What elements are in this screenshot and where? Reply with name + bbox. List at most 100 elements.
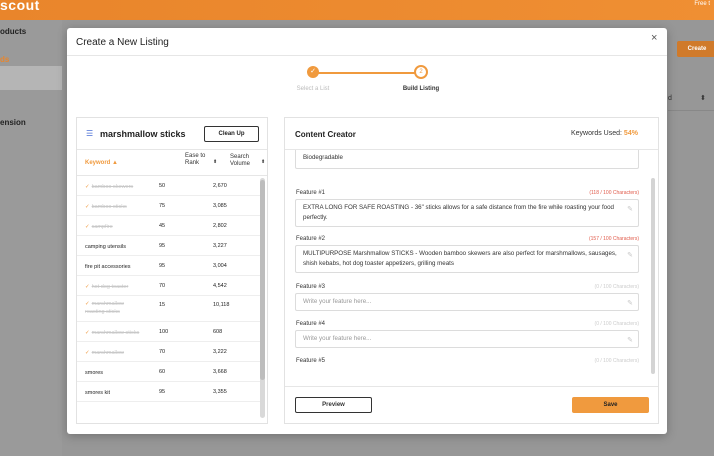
step-current-indicator: 2 <box>414 65 428 79</box>
feature-3-field[interactable]: Write your feature here... ✎ <box>295 293 639 311</box>
feature-4-char-count: (0 / 100 Characters) <box>594 321 639 327</box>
keyword-name: camping utensils <box>85 244 126 250</box>
keyword-list-title: marshmallow sticks <box>100 129 186 139</box>
step-label-build-listing: Build Listing <box>402 86 440 92</box>
create-button[interactable]: Create <box>677 41 714 57</box>
keyword-table-header: Keyword ▲ Ease to Rank ⬍ Search Volume ⬍ <box>77 150 267 176</box>
background-dropdown-value[interactable]: d <box>668 95 672 102</box>
keyword-row[interactable]: ✓ marshmallow 70 3,222 <box>77 342 261 362</box>
check-icon: ✓ <box>85 284 90 290</box>
column-header-ease[interactable]: Ease to Rank <box>185 153 209 167</box>
content-creator-footer: Preview Save <box>285 386 658 423</box>
save-button[interactable]: Save <box>572 397 649 413</box>
keyword-table-body: ✓ bamboo skewers 50 2,670 ✓ bamboo sticks 75 3,… <box>77 176 261 402</box>
volume-value: 3,668 <box>213 369 227 375</box>
feature-1-label: Feature #1 <box>296 190 326 196</box>
volume-value: 2,802 <box>213 223 227 229</box>
column-header-keyword[interactable]: Keyword ▲ <box>85 160 118 166</box>
ease-value: 45 <box>159 223 166 229</box>
feature-2-label: Feature #2 <box>296 236 326 242</box>
stepper-line <box>317 72 417 74</box>
content-scrollbar[interactable] <box>651 178 655 374</box>
volume-value: 3,355 <box>213 389 227 395</box>
free-trial-link[interactable]: Free t <box>694 0 710 8</box>
ease-value: 100 <box>159 329 169 335</box>
sidebar-item-keywords[interactable]: ds <box>0 55 9 64</box>
keywords-used-indicator: Keywords Used: 54% <box>571 130 638 137</box>
sort-icon[interactable]: ⬍ <box>213 159 217 165</box>
feature-2-field[interactable]: MULTIPURPOSE Marshmallow STICKS - Wooden… <box>295 245 639 273</box>
pencil-icon[interactable]: ✎ <box>627 336 633 346</box>
ease-value: 50 <box>159 183 166 189</box>
volume-value: 10,118 <box>213 302 230 308</box>
keyword-name: ✓ bamboo sticks <box>85 204 127 210</box>
keyword-name: ✓ campfire <box>85 224 113 230</box>
sidebar-item-extension[interactable]: ension <box>0 118 26 127</box>
ease-value: 60 <box>159 369 166 375</box>
keyword-name: ✓ hot dog toaster <box>85 284 129 290</box>
app-header: scout Free t <box>0 0 714 20</box>
check-icon: ✓ <box>85 204 90 210</box>
volume-value: 608 <box>213 329 223 335</box>
feature-4-field[interactable]: Write your feature here... ✎ <box>295 330 639 348</box>
keyword-panel: ☰ marshmallow sticks Clean Up Keyword ▲ … <box>76 117 268 424</box>
ease-value: 95 <box>159 263 166 269</box>
content-creator-header: Content Creator Keywords Used: 54% <box>285 118 658 150</box>
keyword-name: ✓ marshmallow <box>85 350 125 356</box>
content-creator-panel: Content Creator Keywords Used: 54% Biode… <box>284 117 659 424</box>
pencil-icon[interactable]: ✎ <box>627 251 633 261</box>
pencil-icon[interactable]: ✎ <box>627 205 633 215</box>
keyword-row[interactable]: ✓ bamboo skewers 50 2,670 <box>77 176 261 196</box>
ease-value: 95 <box>159 243 166 249</box>
keyword-row[interactable]: smores kit 95 3,355 <box>77 382 261 402</box>
keyword-row[interactable]: ✓ marshmallow roasting sticks 15 10,118 <box>77 296 261 322</box>
keyword-row[interactable]: camping utensils 95 3,227 <box>77 236 261 256</box>
modal-header: Create a New Listing × <box>67 28 667 56</box>
modal-title: Create a New Listing <box>76 37 169 48</box>
keyword-scrollbar-thumb[interactable] <box>260 180 265 380</box>
sort-asc-icon: ▲ <box>112 160 118 166</box>
preview-button[interactable]: Preview <box>295 397 372 413</box>
feature-3-char-count: (0 / 100 Characters) <box>594 284 639 290</box>
volume-value: 3,222 <box>213 349 227 355</box>
check-icon: ✓ <box>85 301 90 307</box>
close-icon[interactable]: × <box>651 32 657 44</box>
step-complete-check-icon[interactable]: ✓ <box>307 66 319 78</box>
keyword-name: smores <box>85 370 104 376</box>
column-header-volume[interactable]: Search Volume <box>230 154 258 168</box>
sort-icon: ⬍ <box>700 95 706 102</box>
keyword-name: ✓ marshmallow roasting sticks <box>85 301 125 315</box>
feature-3-label: Feature #3 <box>296 284 326 290</box>
volume-value: 4,542 <box>213 283 227 289</box>
sidebar-item-products[interactable]: oducts <box>0 27 26 36</box>
step-label-select-list[interactable]: Select a List <box>287 86 339 92</box>
divider <box>668 110 714 111</box>
list-icon: ☰ <box>86 129 94 138</box>
keyword-row[interactable]: fire pit accessories 95 3,004 <box>77 256 261 276</box>
create-listing-modal: Create a New Listing × ✓ 2 Select a List… <box>67 28 667 434</box>
keyword-row[interactable]: smores 60 3,668 <box>77 362 261 382</box>
keyword-name: ✓ marshmallow sticks <box>85 330 140 336</box>
keyword-row[interactable]: ✓ campfire 45 2,802 <box>77 216 261 236</box>
keyword-row[interactable]: ✓ hot dog toaster 70 4,542 <box>77 276 261 296</box>
content-creator-title: Content Creator <box>295 130 356 139</box>
feature-2-char-count: (157 / 100 Characters) <box>588 236 639 242</box>
keyword-name: smores kit <box>85 390 111 396</box>
sidebar-active-highlight <box>0 66 62 90</box>
feature-1-field[interactable]: EXTRA LONG FOR SAFE ROASTING - 36" stick… <box>295 199 639 227</box>
pencil-icon[interactable]: ✎ <box>627 299 633 309</box>
keyword-row[interactable]: ✓ bamboo sticks 75 3,085 <box>77 196 261 216</box>
ease-value: 70 <box>159 283 166 289</box>
description-field[interactable]: Biodegradable <box>295 150 639 169</box>
clean-up-button[interactable]: Clean Up <box>204 126 259 142</box>
app-logo: scout <box>0 0 40 13</box>
keyword-row[interactable]: ✓ marshmallow sticks 100 608 <box>77 322 261 342</box>
keywords-used-value: 54% <box>623 130 638 137</box>
check-icon: ✓ <box>85 224 90 230</box>
keyword-name: fire pit accessories <box>85 264 131 270</box>
ease-value: 70 <box>159 349 166 355</box>
sidebar: oducts ds ension <box>0 20 62 456</box>
feature-1-char-count: (118 / 100 Characters) <box>589 190 639 196</box>
feature-4-label: Feature #4 <box>296 321 326 327</box>
sort-icon[interactable]: ⬍ <box>261 159 265 165</box>
